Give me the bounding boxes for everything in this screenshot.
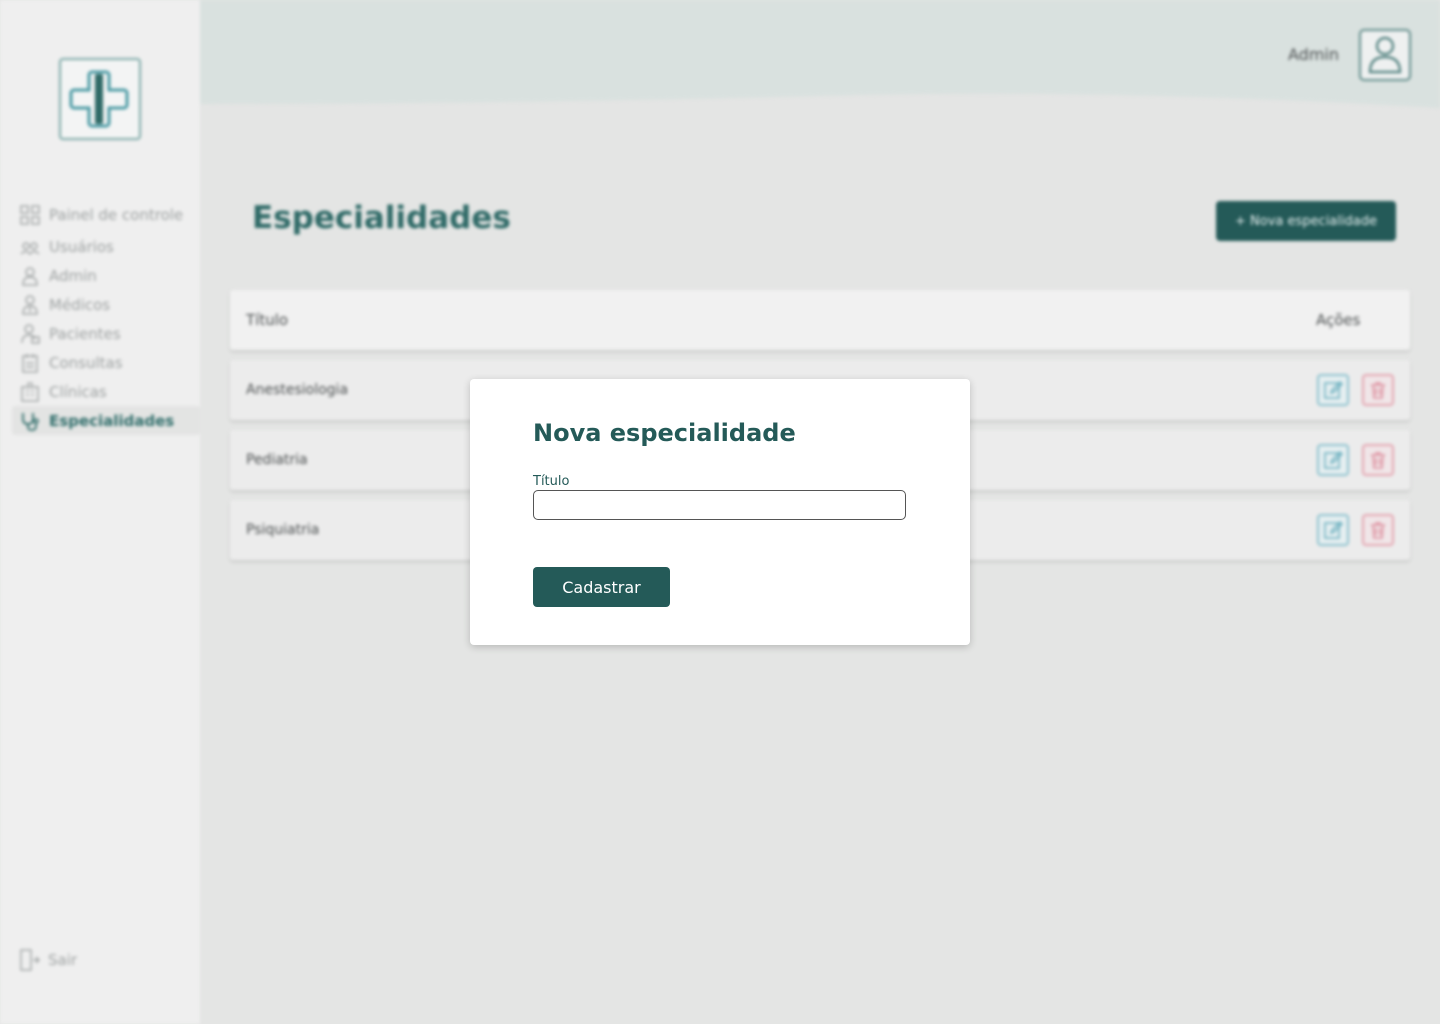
sidebar-item-medicos[interactable]: Médicos	[12, 290, 200, 319]
submit-button[interactable]: Cadastrar	[533, 567, 670, 607]
new-specialty-modal: Nova especialidade Título Cadastrar	[470, 379, 970, 645]
sidebar-item-consultas[interactable]: Consultas	[12, 348, 200, 377]
top-bar: Admin	[200, 0, 1440, 110]
logo-cross-icon	[59, 58, 141, 140]
trash-icon[interactable]	[1362, 444, 1394, 476]
sidebar-nav: Painel de controle Usuários Admin Médico…	[12, 198, 200, 435]
patient-icon	[20, 323, 40, 344]
sidebar-item-especialidades[interactable]: Especialidades	[12, 406, 200, 435]
header-wave-shape	[200, 0, 1440, 108]
users-icon	[20, 237, 40, 257]
sidebar-item-label: Consultas	[49, 353, 123, 372]
sidebar-item-label: Especialidades	[49, 411, 175, 430]
sidebar-item-label: Clínicas	[49, 382, 107, 401]
user-avatar-icon[interactable]	[1359, 29, 1411, 81]
sidebar-item-pacientes[interactable]: Pacientes	[12, 319, 200, 348]
logout-button[interactable]: Sair	[20, 948, 77, 972]
table-header: Título Ações	[230, 290, 1410, 350]
sidebar-item-label: Painel de controle	[49, 206, 184, 224]
dashboard-icon	[20, 205, 40, 225]
sidebar-item-label: Admin	[49, 266, 97, 285]
clinic-icon	[20, 381, 40, 402]
user-name: Admin	[1288, 45, 1339, 64]
admin-icon	[20, 266, 40, 286]
logout-label: Sair	[48, 951, 78, 969]
title-input[interactable]	[533, 490, 906, 520]
sidebar-item-label: Usuários	[49, 237, 114, 256]
sidebar-item-painel[interactable]: Painel de controle	[12, 198, 200, 232]
column-header-title: Título	[246, 311, 289, 329]
sidebar: Painel de controle Usuários Admin Médico…	[0, 0, 200, 1024]
trash-icon[interactable]	[1362, 514, 1394, 546]
new-specialty-button[interactable]: + Nova especialidade	[1216, 201, 1396, 241]
edit-icon[interactable]	[1317, 374, 1349, 406]
modal-title: Nova especialidade	[533, 419, 796, 447]
sidebar-item-clinicas[interactable]: Clínicas	[12, 377, 200, 406]
sidebar-item-label: Pacientes	[49, 324, 121, 343]
logout-door-icon	[20, 948, 41, 972]
column-header-actions: Ações	[1316, 311, 1361, 329]
edit-icon[interactable]	[1317, 444, 1349, 476]
page-title: Especialidades	[252, 200, 511, 236]
sidebar-item-usuarios[interactable]: Usuários	[12, 232, 200, 261]
sidebar-item-label: Médicos	[49, 295, 111, 314]
trash-icon[interactable]	[1362, 374, 1394, 406]
stethoscope-icon	[20, 411, 40, 431]
appointment-icon	[20, 353, 40, 373]
title-field-label: Título	[533, 474, 570, 489]
edit-icon[interactable]	[1317, 514, 1349, 546]
sidebar-item-admin[interactable]: Admin	[12, 261, 200, 290]
doctor-icon	[20, 294, 40, 315]
